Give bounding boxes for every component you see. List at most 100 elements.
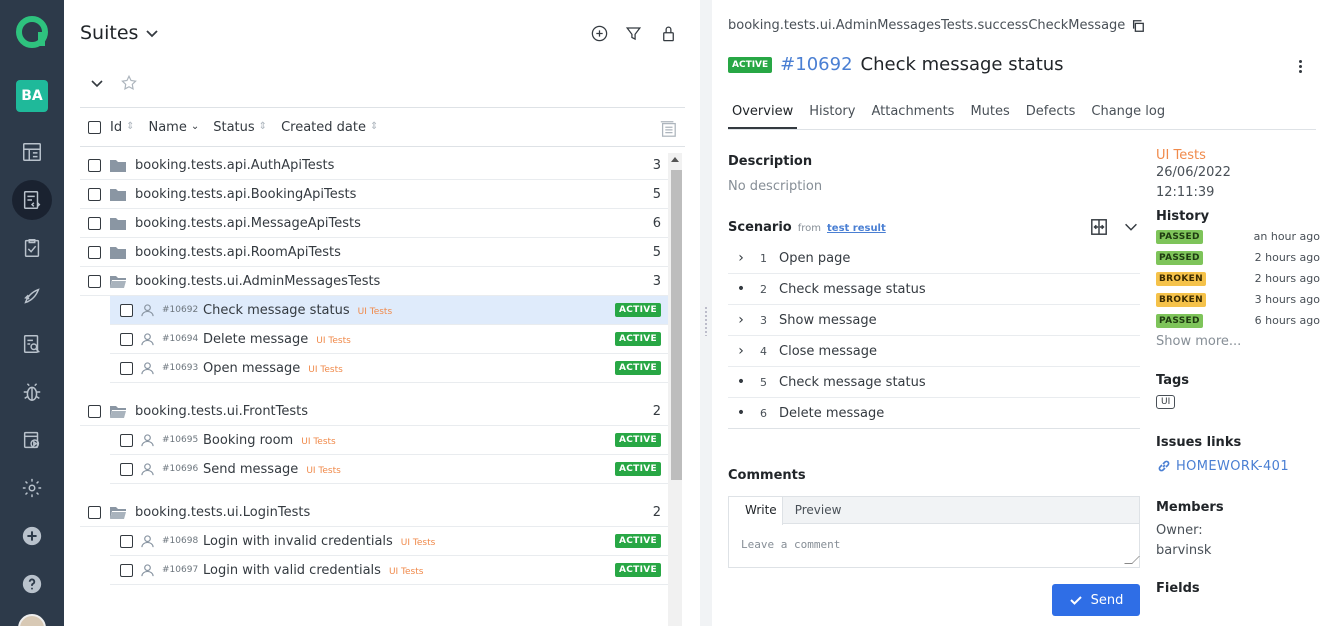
history-item[interactable]: BROKEN 3 hours ago xyxy=(1156,290,1320,311)
defects-icon[interactable] xyxy=(12,372,52,412)
test-case-row[interactable]: #10698 Login with invalid credentials UI … xyxy=(110,527,669,556)
case-id: #10693 xyxy=(162,363,199,373)
row-checkbox[interactable] xyxy=(120,534,133,548)
issue-link[interactable]: HOMEWORK-401 xyxy=(1156,458,1320,474)
test-case-row[interactable]: #10694 Delete message UI Tests ACTIVE xyxy=(110,325,669,354)
tab-history[interactable]: History xyxy=(805,98,859,129)
test-result-link[interactable]: test result xyxy=(827,223,886,234)
folder-row[interactable]: booking.tests.ui.FrontTests 2 xyxy=(80,397,669,426)
row-checkbox[interactable] xyxy=(120,361,133,375)
folder-count: 3 xyxy=(652,157,661,173)
row-checkbox[interactable] xyxy=(120,303,133,317)
scenario-step[interactable]: › 4 Close message xyxy=(728,336,1140,367)
panel-splitter[interactable] xyxy=(700,0,712,626)
help-icon[interactable] xyxy=(12,564,52,604)
column-created-date[interactable]: Created date ⇕ xyxy=(281,120,378,135)
project-avatar[interactable]: BA xyxy=(16,80,48,112)
history-item[interactable]: BROKEN 2 hours ago xyxy=(1156,269,1320,290)
test-case-row[interactable]: #10693 Open message UI Tests ACTIVE xyxy=(110,354,669,383)
created-by[interactable]: UI Tests xyxy=(1156,148,1320,163)
test-case-row[interactable]: #10695 Booking room UI Tests ACTIVE xyxy=(110,426,669,455)
test-plans-icon[interactable] xyxy=(12,228,52,268)
allure-logo-icon[interactable] xyxy=(14,14,50,50)
scenario-step[interactable]: › 3 Show message xyxy=(728,305,1140,336)
tag-chip[interactable]: UI xyxy=(1156,395,1176,409)
suites-dropdown[interactable]: Suites xyxy=(80,22,160,44)
star-icon[interactable] xyxy=(120,74,140,94)
test-case-row[interactable]: #10696 Send message UI Tests ACTIVE xyxy=(110,455,669,484)
history-item[interactable]: PASSED an hour ago xyxy=(1156,227,1320,248)
step-number: 1 xyxy=(760,251,767,265)
tab-change-log[interactable]: Change log xyxy=(1087,98,1169,129)
step-number: 4 xyxy=(760,344,767,358)
row-checkbox[interactable] xyxy=(88,245,101,259)
collapse-chevron-icon[interactable] xyxy=(88,74,108,94)
more-menu-icon[interactable] xyxy=(1290,56,1310,76)
scenario-step[interactable]: • 6 Delete message xyxy=(728,398,1140,429)
columns-settings-icon[interactable] xyxy=(659,120,677,142)
history-item[interactable]: PASSED 6 hours ago xyxy=(1156,311,1320,332)
row-checkbox[interactable] xyxy=(120,462,133,476)
column-id[interactable]: Id ⇕ xyxy=(110,120,134,135)
case-tag: UI Tests xyxy=(306,465,341,476)
test-case-row[interactable]: #10692 Check message status UI Tests ACTI… xyxy=(110,296,669,325)
expand-chevron-icon[interactable]: › xyxy=(736,250,746,266)
scenario-step[interactable]: • 2 Check message status xyxy=(728,274,1140,305)
tab-mutes[interactable]: Mutes xyxy=(966,98,1013,129)
folder-row[interactable]: booking.tests.ui.LoginTests 2 xyxy=(80,498,669,527)
tab-attachments[interactable]: Attachments xyxy=(867,98,958,129)
comment-input[interactable]: Leave a comment xyxy=(741,538,840,551)
row-checkbox[interactable] xyxy=(88,274,101,288)
repository-icon[interactable] xyxy=(12,180,52,220)
jobs-icon[interactable] xyxy=(12,420,52,460)
scroll-up-arrow-icon[interactable] xyxy=(671,157,679,162)
select-all-checkbox[interactable] xyxy=(88,120,101,134)
test-case-row[interactable]: #10697 Login with valid credentials UI Te… xyxy=(110,556,669,585)
row-checkbox[interactable] xyxy=(120,563,133,577)
add-circle-icon[interactable] xyxy=(588,22,610,44)
description-title: Description xyxy=(728,154,813,169)
tab-preview[interactable]: Preview xyxy=(783,497,847,523)
folder-row[interactable]: booking.tests.api.MessageApiTests 6 xyxy=(80,209,669,238)
add-icon[interactable] xyxy=(12,516,52,556)
folder-row[interactable]: booking.tests.api.AuthApiTests 3 xyxy=(80,151,669,180)
folder-row[interactable]: booking.tests.api.BookingApiTests 5 xyxy=(80,180,669,209)
drag-handle-icon[interactable] xyxy=(704,306,708,336)
tab-write[interactable]: Write xyxy=(729,497,783,525)
row-checkbox[interactable] xyxy=(120,433,133,447)
chevron-down-icon[interactable] xyxy=(1122,218,1140,236)
analytics-icon[interactable] xyxy=(12,324,52,364)
launches-icon[interactable] xyxy=(12,276,52,316)
scenario-step[interactable]: › 1 Open page xyxy=(728,243,1140,274)
user-avatar[interactable] xyxy=(18,614,46,626)
step-number: 3 xyxy=(760,313,767,327)
history-item[interactable]: PASSED 2 hours ago xyxy=(1156,248,1320,269)
expand-chevron-icon[interactable]: › xyxy=(736,343,746,359)
tab-defects[interactable]: Defects xyxy=(1022,98,1080,129)
row-checkbox[interactable] xyxy=(120,332,133,346)
show-more-link[interactable]: Show more... xyxy=(1156,334,1320,349)
row-checkbox[interactable] xyxy=(88,187,101,201)
row-checkbox[interactable] xyxy=(88,216,101,230)
send-button[interactable]: Send xyxy=(1052,584,1140,616)
dashboard-icon[interactable] xyxy=(12,132,52,172)
scenario-step[interactable]: • 5 Check message status xyxy=(728,367,1140,398)
column-name[interactable]: Name ⌄ xyxy=(148,120,199,135)
row-checkbox[interactable] xyxy=(88,404,101,418)
row-checkbox[interactable] xyxy=(88,158,101,172)
folder-row[interactable]: booking.tests.api.RoomApiTests 5 xyxy=(80,238,669,267)
copy-icon[interactable] xyxy=(1131,19,1145,33)
filter-icon[interactable] xyxy=(622,22,644,44)
tags-title: Tags xyxy=(1156,373,1190,388)
expand-chevron-icon[interactable]: › xyxy=(736,312,746,328)
tab-overview[interactable]: Overview xyxy=(728,98,798,129)
settings-icon[interactable] xyxy=(12,468,52,508)
lock-icon[interactable] xyxy=(657,22,679,44)
resize-handle-icon[interactable] xyxy=(1124,556,1140,564)
folder-row[interactable]: booking.tests.ui.AdminMessagesTests 3 xyxy=(80,267,669,296)
row-checkbox[interactable] xyxy=(88,505,101,519)
column-status[interactable]: Status ⇕ xyxy=(213,120,267,135)
scroll-thumb[interactable] xyxy=(671,170,682,480)
tree-scrollbar[interactable] xyxy=(668,153,682,626)
compare-icon[interactable] xyxy=(1090,218,1108,236)
